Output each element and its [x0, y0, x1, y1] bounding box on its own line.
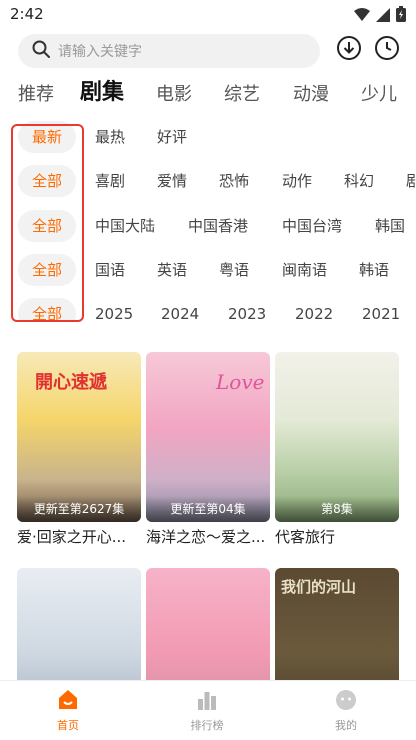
filter-chip[interactable]: 2022: [295, 298, 333, 322]
filter-chip[interactable]: 剧: [406, 165, 416, 197]
nav-ranking[interactable]: 排行榜: [172, 689, 242, 733]
card-title: 海洋之恋～爱之...: [146, 528, 266, 546]
clock-icon: [374, 35, 400, 65]
poster-image: 第8集: [275, 352, 399, 522]
poster-image: Love 更新至第04集: [146, 352, 270, 522]
ranking-icon: [196, 692, 218, 715]
search-icon: [32, 40, 50, 62]
tab-series[interactable]: 剧集: [80, 78, 124, 108]
card-title: 代客旅行: [275, 528, 336, 546]
filter-chip[interactable]: 韩语: [359, 254, 389, 286]
episode-badge: 更新至第04集: [146, 496, 270, 522]
nav-label: 首页: [57, 719, 79, 732]
filter-chip[interactable]: 爱情: [157, 165, 187, 197]
filter-chip[interactable]: 科幻: [344, 165, 374, 197]
poster-text: Love: [216, 370, 265, 394]
episode-badge: 第8集: [275, 496, 399, 522]
download-icon: [336, 35, 362, 65]
nav-profile[interactable]: 我的: [311, 689, 381, 733]
nav-label: 排行榜: [190, 719, 224, 732]
filter-chip[interactable]: 好评: [157, 121, 187, 153]
filter-chip[interactable]: 2025: [95, 298, 133, 322]
filter-chip[interactable]: 中国大陆: [95, 210, 155, 242]
list-item[interactable]: 第8集 代客旅行: [275, 352, 399, 547]
poster-text: 我们的河山: [281, 578, 357, 596]
tab-recommend[interactable]: 推荐: [18, 80, 54, 110]
filter-chip[interactable]: 2024: [161, 298, 199, 322]
poster-image: 開心速遞 更新至第2627集: [17, 352, 141, 522]
nav-label: 我的: [335, 719, 357, 732]
search-bar[interactable]: 请输入关键字: [18, 34, 320, 68]
filter-chip[interactable]: 中国台湾: [282, 210, 342, 242]
poster-text: 開心速遞: [35, 372, 107, 393]
signal-icon: [376, 7, 390, 26]
tab-kids[interactable]: 少儿: [361, 80, 397, 110]
filter-chip[interactable]: 动作: [282, 165, 312, 197]
filter-chip[interactable]: 喜剧: [95, 165, 125, 197]
list-item[interactable]: 開心速遞 更新至第2627集 爱·回家之开心...: [17, 352, 141, 547]
home-icon: [57, 690, 79, 715]
filter-chip[interactable]: 闽南语: [282, 254, 327, 286]
filter-chip[interactable]: 韩国: [375, 210, 405, 242]
highlight-box: [11, 124, 84, 322]
filter-chip[interactable]: 2021: [362, 298, 400, 322]
profile-icon: [335, 690, 357, 715]
history-button[interactable]: [373, 36, 401, 64]
card-title: 爱·回家之开心...: [17, 528, 127, 546]
filter-chip[interactable]: 中国香港: [188, 210, 248, 242]
download-button[interactable]: [335, 36, 363, 64]
nav-home[interactable]: 首页: [33, 689, 103, 733]
filter-chip[interactable]: 2023: [228, 298, 266, 322]
category-tabs: 推荐 剧集 电影 综艺 动漫 少儿: [0, 78, 416, 112]
tab-variety[interactable]: 综艺: [224, 80, 260, 110]
bottom-nav: 首页 排行榜 我的: [0, 680, 416, 740]
episode-badge: 更新至第2627集: [17, 496, 141, 522]
tab-movies[interactable]: 电影: [156, 80, 192, 110]
battery-icon: [396, 6, 406, 26]
filter-chip[interactable]: 国语: [95, 254, 125, 286]
tab-anime[interactable]: 动漫: [293, 80, 329, 110]
filter-chip[interactable]: 最热: [95, 121, 125, 153]
wifi-icon: [354, 7, 370, 26]
filter-chip[interactable]: 粤语: [219, 254, 249, 286]
search-placeholder: 请输入关键字: [58, 44, 142, 60]
list-item[interactable]: Love 更新至第04集 海洋之恋～爱之...: [146, 352, 270, 547]
status-time: 2:42: [10, 5, 44, 23]
status-bar: 2:42: [0, 0, 416, 30]
filter-chip[interactable]: 英语: [157, 254, 187, 286]
filter-chip[interactable]: 恐怖: [219, 165, 249, 197]
